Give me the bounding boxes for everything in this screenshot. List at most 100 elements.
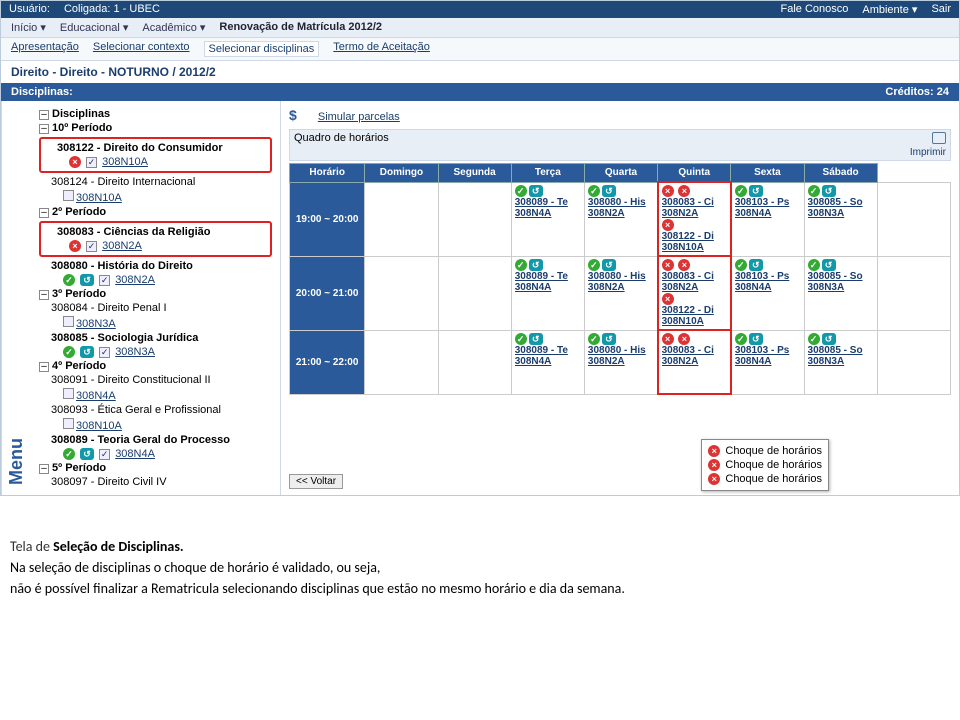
printer-icon [932, 132, 946, 144]
error-icon: × [678, 185, 690, 197]
cell-link[interactable]: 308080 - His [588, 345, 646, 356]
checkbox[interactable]: ✓ [99, 347, 110, 358]
cell-link[interactable]: 308N3A [808, 282, 845, 293]
main-nav: Início ▾ Educacional ▾ Acadêmico ▾ Renov… [1, 18, 959, 38]
swap-icon: ↺ [80, 346, 94, 358]
disc-308097: 308097 - Direito Civil IV [51, 475, 272, 489]
checkbox[interactable]: ✓ [99, 275, 110, 286]
caption-line3: não é possível finalizar a Rematricula s… [10, 580, 625, 597]
sched-cell: ✓↺ 308085 - So 308N3A [804, 182, 877, 256]
period-4: 4º Período [52, 360, 106, 372]
ok-icon: ✓ [808, 333, 820, 345]
cell-link[interactable]: 308103 - Ps [735, 345, 790, 356]
tab-termo[interactable]: Termo de Aceitação [333, 41, 430, 57]
checkbox[interactable]: ✓ [86, 241, 97, 252]
nav-renovacao[interactable]: Renovação de Matrícula 2012/2 [219, 21, 382, 34]
ok-icon: ✓ [63, 346, 75, 358]
checkbox[interactable] [63, 190, 74, 201]
cell-link[interactable]: 308N2A [662, 282, 699, 293]
cell-link[interactable]: 308083 - Ci [662, 345, 714, 356]
cell-link[interactable]: 308N2A [588, 356, 625, 367]
swap-icon: ↺ [749, 333, 763, 345]
checkbox[interactable] [63, 316, 74, 327]
turma-308N10A-link[interactable]: 308N10A [76, 420, 122, 432]
checkbox[interactable]: ✓ [86, 157, 97, 168]
error-icon: × [662, 293, 674, 305]
turma-308N2A-link[interactable]: 308N2A [115, 274, 155, 286]
cell-link[interactable]: 308080 - His [588, 197, 646, 208]
cell-link[interactable]: 308N4A [735, 356, 772, 367]
turma-308N10A-link[interactable]: 308N10A [102, 156, 148, 168]
sched-cell: ✓↺ 308080 - His 308N2A [584, 256, 657, 330]
collapse-icon[interactable]: – [39, 464, 49, 474]
collapse-icon[interactable]: – [39, 208, 49, 218]
cell-link[interactable]: 308103 - Ps [735, 271, 790, 282]
cell-link[interactable]: 308N4A [515, 356, 552, 367]
cell-link[interactable]: 308083 - Ci [662, 197, 714, 208]
cell-link[interactable]: 308089 - Te [515, 271, 568, 282]
cell-link[interactable]: 308N4A [735, 282, 772, 293]
turma-308N4A-link[interactable]: 308N4A [76, 390, 116, 402]
sair-link[interactable]: Sair [931, 3, 951, 16]
imprimir-link[interactable]: Imprimir [910, 132, 946, 158]
cell-link[interactable]: 308N2A [662, 208, 699, 219]
ambiente-menu[interactable]: Ambiente ▾ [862, 3, 917, 16]
cell-link[interactable]: 308085 - So [808, 345, 863, 356]
swap-icon: ↺ [602, 259, 616, 271]
collapse-icon[interactable]: – [39, 290, 49, 300]
conflict-highlight: 308083 - Ciências da Religião × ✓ 308N2A [39, 221, 272, 257]
cell-link[interactable]: 308080 - His [588, 271, 646, 282]
cell-link[interactable]: 308N2A [588, 282, 625, 293]
cell-link[interactable]: 308085 - So [808, 197, 863, 208]
turma-308N3A-link[interactable]: 308N3A [115, 346, 155, 358]
cell-link[interactable]: 308N2A [588, 208, 625, 219]
fale-conosco-link[interactable]: Fale Conosco [781, 3, 849, 16]
cell-link[interactable]: 308N3A [808, 208, 845, 219]
cell-link[interactable]: 308089 - Te [515, 345, 568, 356]
checkbox[interactable]: ✓ [99, 449, 110, 460]
cell-link[interactable]: 308122 - Di [662, 231, 714, 242]
checkbox[interactable] [63, 418, 74, 429]
cell-link[interactable]: 308103 - Ps [735, 197, 790, 208]
collapse-icon[interactable]: – [39, 124, 49, 134]
cell-link[interactable]: 308N10A [662, 242, 704, 253]
collapse-icon[interactable]: – [39, 110, 49, 120]
caption-line1a: Tela de [10, 538, 53, 555]
period-3: 3º Período [52, 288, 106, 300]
swap-icon: ↺ [529, 185, 543, 197]
tab-apresentacao[interactable]: Apresentação [11, 41, 79, 57]
nav-educacional[interactable]: Educacional ▾ [60, 21, 129, 34]
menu-side-tab[interactable]: Menu [1, 101, 31, 495]
voltar-button[interactable]: << Voltar [289, 474, 343, 489]
cell-link[interactable]: 308085 - So [808, 271, 863, 282]
cell-link[interactable]: 308089 - Te [515, 197, 568, 208]
error-icon: × [708, 445, 720, 457]
turma-308N3A-link[interactable]: 308N3A [76, 318, 116, 330]
simular-parcelas-link[interactable]: Simular parcelas [318, 111, 400, 123]
cell-link[interactable]: 308083 - Ci [662, 271, 714, 282]
cell-link[interactable]: 308N10A [662, 316, 704, 327]
nav-academico[interactable]: Acadêmico ▾ [142, 21, 205, 34]
cell-empty [877, 330, 950, 394]
tab-disciplinas[interactable]: Selecionar disciplinas [204, 41, 320, 57]
cell-empty [365, 182, 438, 256]
nav-inicio[interactable]: Início ▾ [11, 21, 46, 34]
cell-link[interactable]: 308N2A [662, 356, 699, 367]
col-quinta: Quinta [658, 164, 731, 183]
cell-link[interactable]: 308N3A [808, 356, 845, 367]
sched-cell: ✓↺ 308089 - Te 308N4A [511, 182, 584, 256]
cell-link[interactable]: 308N4A [515, 208, 552, 219]
turma-308N10A-link[interactable]: 308N10A [76, 192, 122, 204]
top-bar: Usuário: Coligada: 1 - UBEC Fale Conosco… [1, 1, 959, 18]
turma-308N4A-link[interactable]: 308N4A [115, 448, 155, 460]
disc-308080: 308080 - História do Direito [51, 259, 272, 273]
tab-contexto[interactable]: Selecionar contexto [93, 41, 190, 57]
ok-icon: ✓ [515, 185, 527, 197]
cell-link[interactable]: 308N4A [515, 282, 552, 293]
cell-link[interactable]: 308122 - Di [662, 305, 714, 316]
collapse-icon[interactable]: – [39, 362, 49, 372]
ok-icon: ✓ [735, 333, 747, 345]
turma-308N2A-link[interactable]: 308N2A [102, 240, 142, 252]
checkbox[interactable] [63, 388, 74, 399]
cell-link[interactable]: 308N4A [735, 208, 772, 219]
